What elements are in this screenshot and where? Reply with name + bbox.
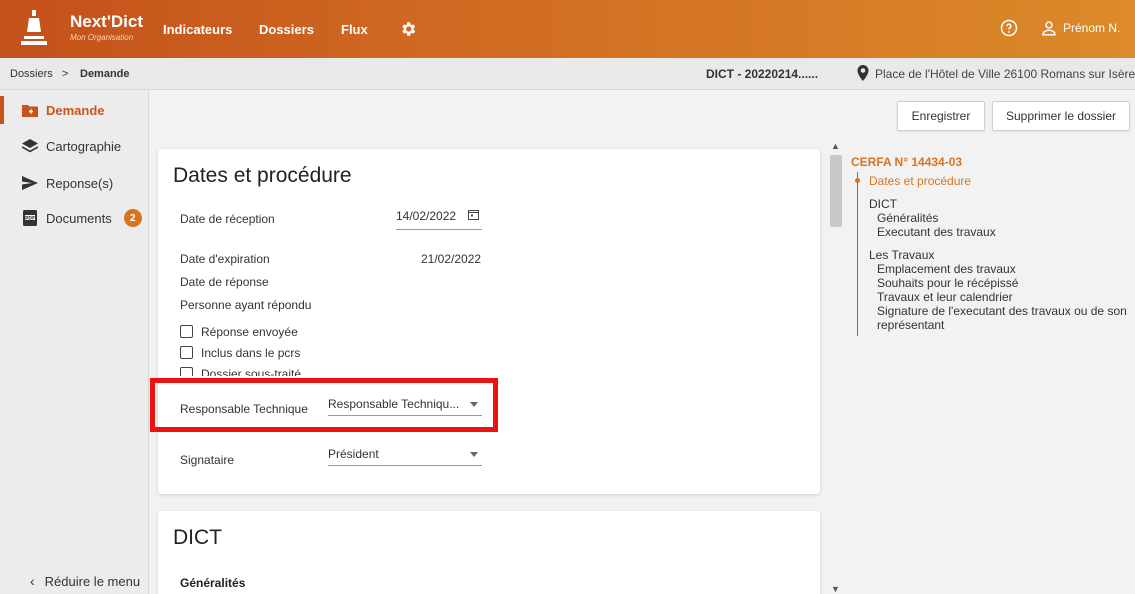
section-title: Dates et procédure xyxy=(173,164,352,187)
svg-text:PDF: PDF xyxy=(25,215,35,221)
chevron-left-icon: ‹ xyxy=(30,573,35,589)
help-icon[interactable] xyxy=(1000,19,1018,37)
sidebar-item-label: Demande xyxy=(46,102,105,118)
sidebar-item-label: Reponse(s) xyxy=(46,175,114,191)
user-icon[interactable] xyxy=(1040,19,1058,37)
brand[interactable]: Next'Dict Mon Organisation xyxy=(70,12,144,43)
calendar-icon[interactable] xyxy=(468,209,479,220)
scroll-down-icon[interactable]: ▼ xyxy=(831,584,840,594)
breadcrumb-root[interactable]: Dossiers xyxy=(10,68,53,80)
folder-plus-icon xyxy=(22,102,38,118)
logo-icon xyxy=(21,10,47,45)
sidebar-item-label: Documents xyxy=(46,210,112,226)
checkbox-label: Inclus dans le pcrs xyxy=(201,346,301,360)
pdf-icon: PDF xyxy=(22,210,38,226)
brand-name: Next'Dict xyxy=(70,12,144,31)
toc-item-dates[interactable]: Dates et procédure xyxy=(869,174,971,188)
nav-dossiers[interactable]: Dossiers xyxy=(259,22,314,37)
layers-icon xyxy=(22,138,38,154)
user-name[interactable]: Prénom N. xyxy=(1063,21,1120,35)
reduce-menu-label: Réduire le menu xyxy=(44,573,141,589)
highlight-box xyxy=(150,378,498,432)
reception-date-value[interactable]: 14/02/2022 xyxy=(396,209,456,223)
signataire-select[interactable]: Président xyxy=(328,444,482,466)
location-pin-icon xyxy=(857,65,869,81)
chevron-down-icon xyxy=(470,452,478,457)
checkbox-reponse-envoyee[interactable] xyxy=(180,325,193,338)
toc-group-travaux[interactable]: Les Travaux xyxy=(869,248,934,262)
toc-item-signature[interactable]: Signature de l'executant des travaux ou … xyxy=(877,304,1127,318)
save-button[interactable]: Enregistrer xyxy=(897,101,985,131)
dict-card xyxy=(158,511,820,594)
generalites-subtitle: Généralités xyxy=(180,576,246,590)
expiration-date-value: 21/02/2022 xyxy=(421,252,482,266)
reception-date-label: Date de réception xyxy=(180,212,275,226)
dict-section-title: DICT xyxy=(173,526,222,549)
send-icon xyxy=(22,175,38,191)
sidebar-item-demande[interactable]: Demande xyxy=(0,96,149,124)
scrollbar-thumb[interactable] xyxy=(830,155,842,227)
gear-icon[interactable] xyxy=(399,20,417,38)
active-indicator xyxy=(0,96,4,124)
toc-item-calendrier[interactable]: Travaux et leur calendrier xyxy=(877,290,1013,304)
reduce-menu-button[interactable]: ‹ Réduire le menu xyxy=(0,568,149,594)
breadcrumb-current: Demande xyxy=(80,68,130,80)
checkbox-label: Réponse envoyée xyxy=(201,325,298,339)
toc-item-generalites[interactable]: Généralités xyxy=(877,211,938,225)
sidebar-item-label: Cartographie xyxy=(46,138,122,154)
toc-item-souhaits[interactable]: Souhaits pour le récépissé xyxy=(877,276,1018,290)
expiration-date-label: Date d'expiration xyxy=(180,252,270,266)
checkbox-label: Dossier sous-traité xyxy=(201,367,302,376)
scroll-up-icon[interactable]: ▲ xyxy=(831,141,840,151)
toc-item-emplacement[interactable]: Emplacement des travaux xyxy=(877,262,1016,276)
signataire-label: Signataire xyxy=(180,453,235,467)
nav-indicateurs[interactable]: Indicateurs xyxy=(163,22,232,37)
toc-group-dict[interactable]: DICT xyxy=(869,197,897,211)
toc-line xyxy=(857,172,858,336)
address: Place de l'Hôtel de Ville 26100 Romans s… xyxy=(875,67,1135,81)
breadcrumb-separator: > xyxy=(62,68,69,80)
documents-count-badge: 2 xyxy=(123,209,142,227)
toc-item-representant[interactable]: représentant xyxy=(877,318,944,332)
clip-wrapper: Dossier sous-traité xyxy=(158,364,820,376)
signataire-value: Président xyxy=(328,447,379,461)
toc-active-dot xyxy=(855,178,860,183)
checkbox-sous-traite[interactable] xyxy=(180,367,193,376)
nav-flux[interactable]: Flux xyxy=(341,22,368,37)
sidebar-item-reponses[interactable]: Reponse(s) xyxy=(0,169,149,197)
breadcrumb: Dossiers > Demande DICT - 20220214......… xyxy=(0,58,1135,90)
response-date-label: Date de réponse xyxy=(180,275,269,289)
top-bar: Next'Dict Mon Organisation Indicateurs D… xyxy=(0,0,1135,58)
checkbox-inclus-pcrs[interactable] xyxy=(180,346,193,359)
dict-id: DICT - 20220214...... xyxy=(706,67,819,81)
dates-procedure-card xyxy=(158,149,820,494)
sidebar-item-documents[interactable]: PDF Documents 2 xyxy=(0,204,149,232)
sidebar-item-cartographie[interactable]: Cartographie xyxy=(0,132,149,160)
organization-name: Mon Organisation xyxy=(70,33,134,42)
toc-heading: CERFA N° 14434-03 xyxy=(851,155,963,169)
delete-dossier-button[interactable]: Supprimer le dossier xyxy=(992,101,1130,131)
sidebar: Demande Cartographie Reponse(s) PDF Docu… xyxy=(0,90,149,594)
toc-item-executant[interactable]: Executant des travaux xyxy=(877,225,996,239)
responder-label: Personne ayant répondu xyxy=(180,298,312,312)
